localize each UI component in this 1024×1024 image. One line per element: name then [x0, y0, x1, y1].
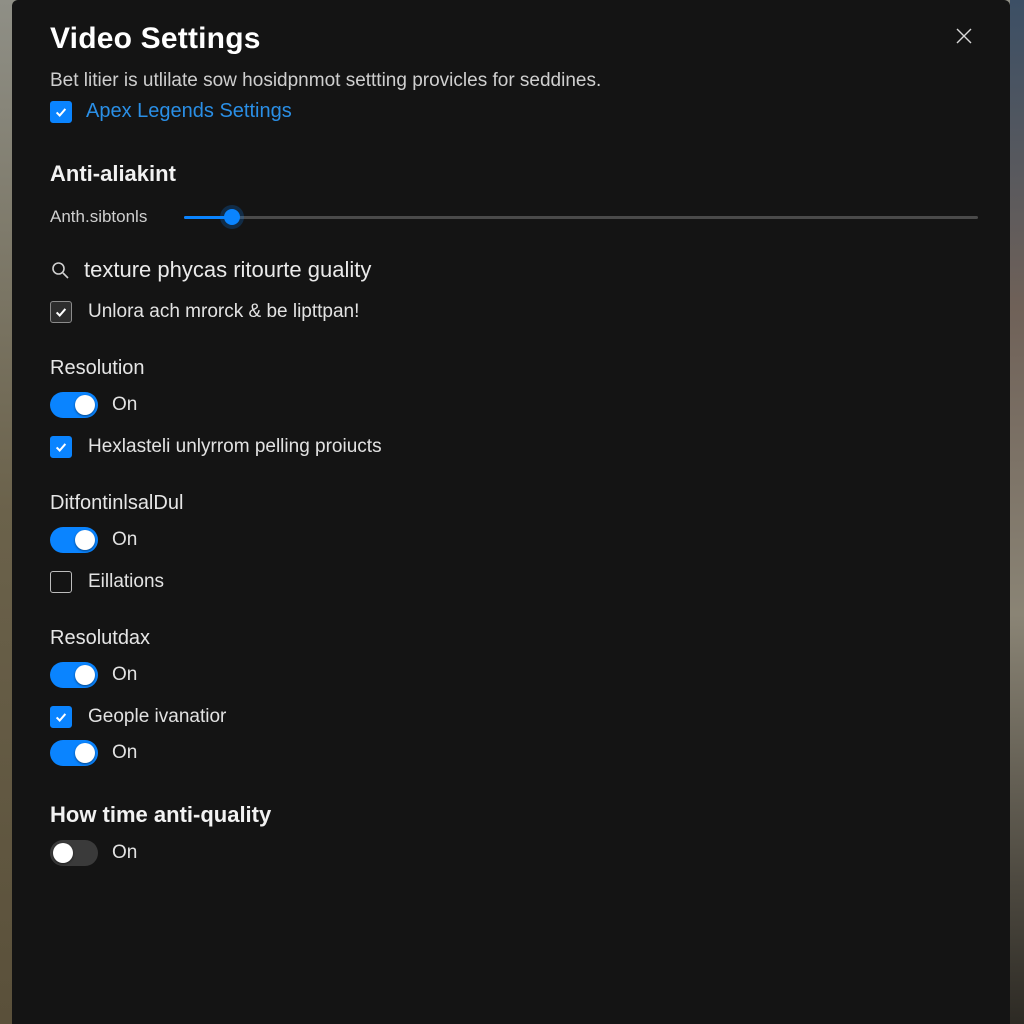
background-strip [1010, 0, 1024, 1024]
texture-option-checkbox[interactable] [50, 301, 72, 323]
group-toggle[interactable] [50, 662, 98, 688]
group-toggle-text: On [112, 394, 137, 416]
anti-quality-toggle-row: On [50, 840, 978, 866]
section-anti-aliasing: Anti-aliakint Anth.sibtonls [50, 161, 978, 227]
group-toggle-text: On [112, 664, 137, 686]
groups-container: Resolution On Hexlasteli unlyrrom pelling … [50, 357, 978, 766]
anti-aliasing-title: Anti-aliakint [50, 161, 978, 187]
group-toggle-text: On [112, 529, 137, 551]
check-icon [54, 105, 68, 119]
check-icon [54, 440, 68, 454]
header: Video Settings [50, 22, 978, 56]
check-icon [54, 305, 68, 319]
anti-quality-toggle[interactable] [50, 840, 98, 866]
page-subtitle: Bet litier is utlilate sow hosidpnmot se… [50, 70, 978, 92]
toggle-knob [53, 843, 73, 863]
group-label: DitfontinlsalDul [50, 492, 978, 515]
group-check-row: Hexlasteli unlyrrom pelling proiucts [50, 436, 978, 458]
group-extra-toggle-row: On [50, 740, 978, 766]
check-icon [54, 710, 68, 724]
group-toggle-row: On [50, 662, 978, 688]
group-check-row: Eillations [50, 571, 978, 593]
settings-panel: Video Settings Bet litier is utlilate so… [12, 0, 1010, 1024]
anti-aliasing-slider[interactable] [184, 216, 978, 219]
toggle-knob [75, 665, 95, 685]
close-icon [954, 26, 974, 46]
anti-quality-toggle-text: On [112, 842, 137, 864]
search-icon [50, 260, 70, 280]
group-label: Resolutdax [50, 627, 978, 650]
group-extra-toggle[interactable] [50, 740, 98, 766]
page-title: Video Settings [50, 22, 261, 56]
anti-aliasing-slider-row: Anth.sibtonls [50, 207, 978, 227]
group-check-row: Geople ivanatior [50, 706, 978, 728]
group-checkbox[interactable] [50, 571, 72, 593]
anti-quality-title: How time anti-quality [50, 802, 978, 828]
group-label: Resolution [50, 357, 978, 380]
section-anti-quality: How time anti-quality On [50, 802, 978, 866]
group-extra-toggle-text: On [112, 742, 137, 764]
group-toggle-row: On [50, 527, 978, 553]
group-toggle[interactable] [50, 527, 98, 553]
group-checkbox[interactable] [50, 436, 72, 458]
group-check-label: Eillations [88, 571, 164, 593]
group-toggle[interactable] [50, 392, 98, 418]
section-texture-header: texture phycas ritourte guality [50, 257, 978, 283]
group-check-label: Hexlasteli unlyrrom pelling proiucts [88, 436, 382, 458]
texture-option-row: Unlora ach mrorck & be lipttpan! [50, 301, 978, 323]
anti-aliasing-slider-label: Anth.sibtonls [50, 207, 160, 227]
texture-title: texture phycas ritourte guality [84, 257, 371, 283]
slider-thumb[interactable] [224, 209, 240, 225]
apex-settings-link[interactable]: Apex Legends Settings [86, 100, 292, 123]
toggle-knob [75, 395, 95, 415]
toggle-knob [75, 743, 95, 763]
group-toggle-row: On [50, 392, 978, 418]
group-checkbox[interactable] [50, 706, 72, 728]
texture-option-label: Unlora ach mrorck & be lipttpan! [88, 301, 359, 323]
group-check-label: Geople ivanatior [88, 706, 226, 728]
link-checkbox[interactable] [50, 101, 72, 123]
toggle-knob [75, 530, 95, 550]
settings-link-row: Apex Legends Settings [50, 100, 978, 123]
close-button[interactable] [950, 22, 978, 50]
